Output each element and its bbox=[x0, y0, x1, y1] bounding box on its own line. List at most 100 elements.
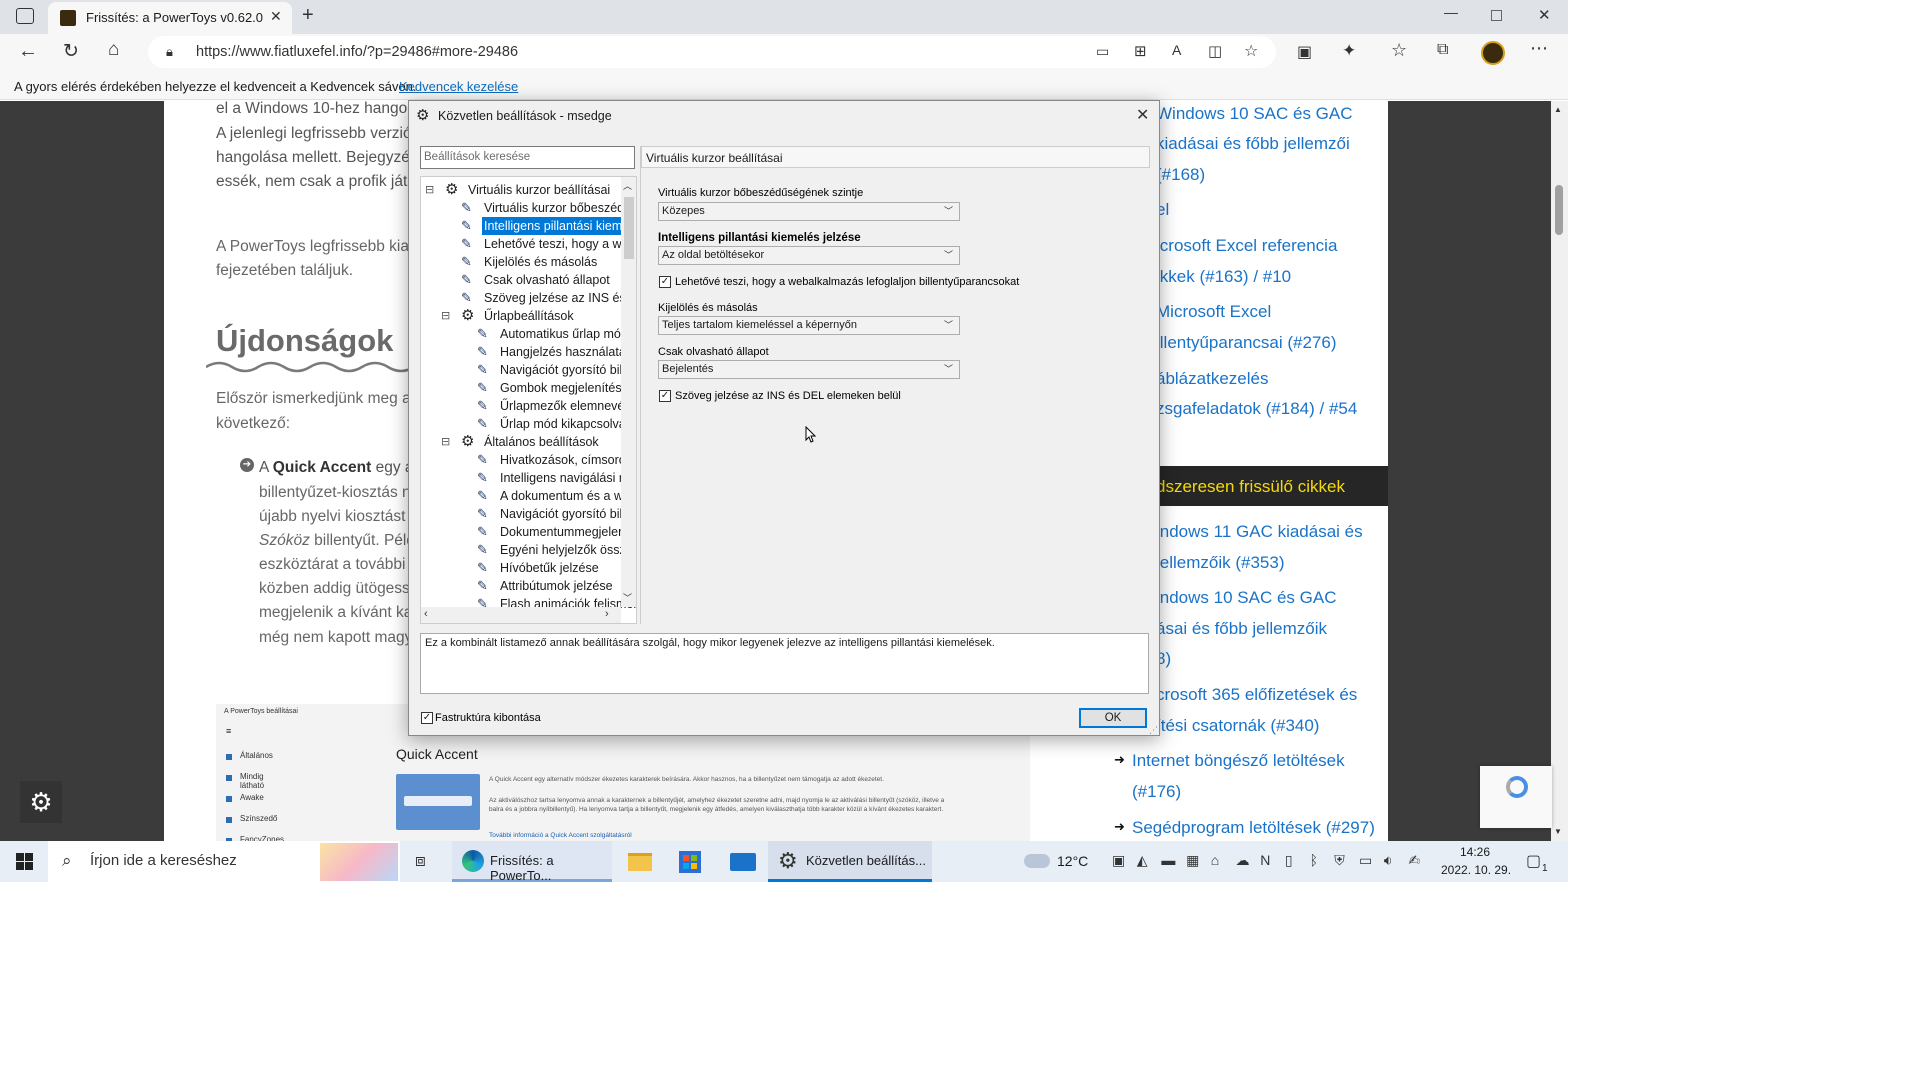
scroll-thumb[interactable] bbox=[1555, 185, 1563, 235]
tray-app-icon[interactable]: ▯ bbox=[1285, 852, 1293, 869]
taskbar-search[interactable]: ⌕ Írjon ide a kereséshez bbox=[48, 841, 400, 882]
scroll-up-icon[interactable]: ▲ bbox=[1554, 105, 1562, 114]
tree-item[interactable]: ✎ Egyéni helyjelzők összef bbox=[421, 541, 636, 559]
tray-app-icon[interactable]: ▬ bbox=[1161, 852, 1175, 868]
tab-actions-icon[interactable] bbox=[16, 8, 34, 24]
sidebar-link[interactable]: (#176) bbox=[1132, 777, 1181, 807]
favorites-icon[interactable]: ☆ bbox=[1391, 40, 1407, 61]
sidebar-link[interactable]: indows 11 GAC kiadásai és bbox=[1156, 517, 1363, 547]
taskbar-app-edge[interactable]: Frissítés: a PowerTo... bbox=[452, 841, 612, 883]
tree-item[interactable]: ✎ Űrlapmezők elemnevéne bbox=[421, 397, 636, 415]
read-aloud-icon[interactable]: A bbox=[1172, 42, 1181, 58]
allow-shortcuts-checkbox[interactable]: ✓ bbox=[659, 276, 671, 288]
extensions-icon[interactable]: ✦ bbox=[1342, 41, 1356, 61]
tree-hscroll[interactable]: ‹ › bbox=[421, 607, 621, 623]
defender-icon[interactable]: ⛨ bbox=[1334, 852, 1345, 869]
select-copy-select[interactable]: Teljes tartalom kiemeléssel a képernyőn ﹀ bbox=[658, 316, 960, 335]
verbosity-select[interactable]: Közepes ﹀ bbox=[658, 202, 960, 221]
tray-app-icon[interactable]: ◭ bbox=[1137, 852, 1148, 869]
app-available-icon[interactable]: ▭ bbox=[1096, 43, 1109, 60]
tree-item[interactable]: ✎ Hangjelzés használata bbox=[421, 343, 626, 361]
sidebar-link[interactable]: áblázatkezelés bbox=[1156, 364, 1268, 394]
tree-scroll-right-icon[interactable]: › bbox=[605, 608, 609, 620]
tree-item[interactable]: ✎ Kijelölés és másolás bbox=[421, 253, 621, 271]
resize-grip-icon[interactable]: ⋰ bbox=[1149, 725, 1158, 736]
tree-item[interactable]: ✎ Navigációt gyorsító bille bbox=[421, 505, 632, 523]
network-icon[interactable]: ▭ bbox=[1359, 852, 1372, 869]
sidebar-link[interactable]: ikkek (#163) / #10 bbox=[1156, 262, 1291, 292]
split-screen-icon[interactable]: ◫ bbox=[1208, 42, 1222, 60]
tree-item[interactable]: ⊟ ⚙ Általános beállítások bbox=[421, 433, 621, 451]
tree-item[interactable]: ✎ Csak olvasható állapot bbox=[421, 271, 621, 289]
store-icon[interactable] bbox=[679, 851, 701, 873]
home-icon[interactable]: ⌂ bbox=[108, 39, 119, 61]
tree-scroll-thumb[interactable] bbox=[624, 197, 634, 259]
page-scrollbar[interactable]: ▲ ▼ bbox=[1551, 101, 1568, 841]
sidebar-link[interactable]: indows 10 SAC és GAC bbox=[1156, 583, 1336, 613]
more-menu-icon[interactable]: ⋯ bbox=[1530, 38, 1548, 59]
sidebar-link[interactable]: Microsoft Excel bbox=[1156, 297, 1271, 327]
tree-scroll-down-icon[interactable]: ﹀ bbox=[623, 591, 632, 604]
onenote-icon[interactable]: N bbox=[1260, 852, 1270, 868]
tray-app-icon[interactable]: ▦ bbox=[1186, 852, 1199, 869]
settings-floating-button[interactable]: ⚙ bbox=[20, 781, 62, 823]
manage-favorites-link[interactable]: Kedvencek kezelése bbox=[399, 79, 518, 94]
sidebar-link[interactable]: illentyűparancsai (#276) bbox=[1156, 328, 1337, 358]
tray-app-icon[interactable]: ▣ bbox=[1112, 852, 1125, 869]
ok-button[interactable]: OK bbox=[1079, 708, 1147, 728]
bluetooth-icon[interactable]: ᛒ bbox=[1310, 852, 1318, 868]
maximize-icon[interactable] bbox=[1491, 10, 1502, 21]
sidebar-link[interactable]: Windows 10 SAC és GAC bbox=[1156, 101, 1353, 129]
glance-select[interactable]: Az oldal betöltésekor ﹀ bbox=[658, 246, 960, 265]
tab-close-icon[interactable]: ✕ bbox=[270, 8, 282, 25]
window-close-icon[interactable]: ✕ bbox=[1538, 6, 1551, 24]
settings-tree[interactable]: ⊟ ⚙ Virtuális kurzor beállításai ✎ Virtuális… bbox=[420, 176, 637, 624]
tree-scroll-left-icon[interactable]: ‹ bbox=[424, 608, 428, 620]
collapse-icon[interactable]: ⊟ bbox=[441, 307, 450, 325]
volume-icon[interactable]: 🔉︎ bbox=[1384, 852, 1393, 869]
tree-item[interactable]: ✎ Hívóbetűk jelzése bbox=[421, 559, 621, 577]
tree-item[interactable]: ✎ A dokumentum és a web bbox=[421, 487, 636, 505]
back-icon[interactable]: ← bbox=[18, 40, 38, 63]
tree-item[interactable]: ✎ Szöveg jelzése az INS és DE bbox=[421, 289, 636, 307]
taskbar-app-settings[interactable]: ⚙ Közvetlen beállítás... bbox=[768, 841, 932, 882]
tree-item[interactable]: ✎ Gombok megjelenítési n bbox=[421, 379, 635, 397]
readonly-select[interactable]: Bejelentés ﹀ bbox=[658, 360, 960, 379]
sidebar-link[interactable]: Internet böngésző letöltések bbox=[1132, 746, 1345, 776]
ins-del-checkbox[interactable]: ✓ bbox=[659, 390, 671, 402]
file-explorer-icon[interactable] bbox=[628, 853, 652, 871]
browser-tab-active[interactable]: Frissítés: a PowerToys v0.62.0 újd ✕ bbox=[48, 2, 292, 34]
dialog-close-icon[interactable]: ✕ bbox=[1136, 105, 1149, 125]
refresh-icon[interactable]: ↻ bbox=[63, 40, 79, 63]
lock-icon[interactable]: 🔒︎ bbox=[166, 44, 173, 60]
sidebar-link[interactable]: Segédprogram letöltések (#297) bbox=[1132, 813, 1375, 841]
tree-scroll-up-icon[interactable]: ︿ bbox=[623, 179, 632, 192]
tree-vscroll[interactable]: ︿ ﹀ bbox=[621, 177, 636, 607]
tree-item[interactable]: ✎ Űrlap mód kikapcsolva ú bbox=[421, 415, 636, 433]
sidebar-link[interactable]: jellemzőik (#353) bbox=[1156, 548, 1285, 578]
task-view-icon[interactable]: ⧈ bbox=[415, 851, 426, 871]
expand-tree-checkbox[interactable]: ✓ bbox=[421, 712, 433, 724]
tree-item[interactable]: ✎ Virtuális kurzor bőbeszédűs bbox=[421, 199, 636, 217]
collections-icon[interactable]: ⧉ bbox=[1437, 41, 1448, 59]
sidebar-link[interactable]: ásai és főbb jellemzőik bbox=[1156, 614, 1327, 644]
minimize-icon[interactable]: — bbox=[1444, 4, 1458, 20]
tray-app-icon[interactable]: ⌂ bbox=[1211, 852, 1219, 868]
scroll-down-icon[interactable]: ▼ bbox=[1554, 827, 1562, 836]
notifications-icon[interactable]: ▢ bbox=[1526, 851, 1541, 871]
sidebar-link[interactable]: zsgafeladatok (#184) / #54 bbox=[1156, 394, 1357, 424]
sidebar-link[interactable]: crosoft 365 előfizetések és bbox=[1156, 680, 1357, 710]
collapse-icon[interactable]: ⊟ bbox=[425, 181, 434, 199]
start-windows-icon[interactable] bbox=[16, 853, 33, 870]
tree-item[interactable]: ✎ Hivatkozások, címsorok s bbox=[421, 451, 636, 469]
collapse-icon[interactable]: ⊟ bbox=[441, 433, 450, 451]
address-field[interactable]: 🔒︎ https://www.fiatluxefel.info/?p=29486… bbox=[148, 36, 1276, 68]
onedrive-icon[interactable]: ☁ bbox=[1236, 852, 1250, 869]
tree-item[interactable]: ✎ Intelligens navigálási mó bbox=[421, 469, 636, 487]
extensions-grid-icon[interactable]: ⊞ bbox=[1134, 42, 1147, 60]
sidebar-link[interactable]: (#168) bbox=[1156, 160, 1205, 190]
new-tab-icon[interactable]: + bbox=[302, 4, 314, 27]
tree-item[interactable]: ✎ Automatikus űrlap mód bbox=[421, 325, 628, 343]
sidebar-link[interactable]: ítési csatornák (#340) bbox=[1156, 711, 1319, 741]
tree-item[interactable]: ✎ Intelligens pillantási kiemel bbox=[421, 216, 635, 236]
